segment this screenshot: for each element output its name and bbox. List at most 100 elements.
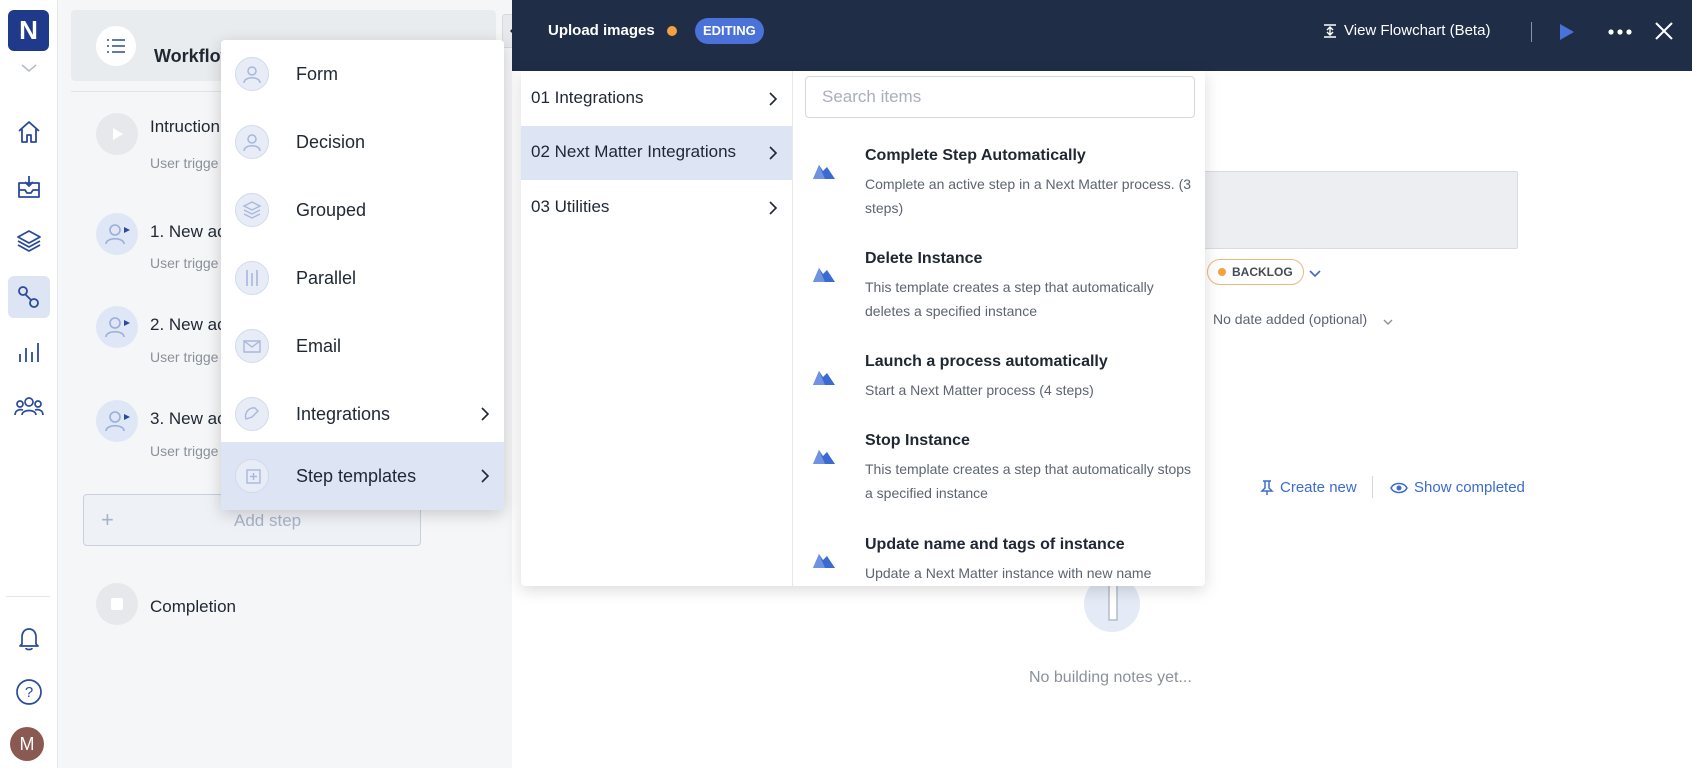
description-box[interactable] — [1200, 171, 1518, 249]
step-title[interactable]: Intruction — [150, 117, 220, 137]
plus-icon: + — [101, 507, 114, 532]
play-icon[interactable] — [1557, 20, 1577, 44]
template-description: This template creates a step that automa… — [865, 279, 1154, 319]
template-title: Stop Instance — [865, 432, 970, 449]
status-dot — [667, 26, 677, 36]
list-item[interactable]: Stop Instance This template creates a st… — [793, 432, 1205, 522]
template-description: Start a Next Matter process (4 steps) — [865, 382, 1094, 398]
topbar-divider — [1531, 22, 1532, 42]
template-icon — [235, 459, 269, 493]
step-subtitle: User trigge — [150, 155, 219, 171]
menu-item-label: Parallel — [296, 268, 357, 288]
create-new-label: Create new — [1280, 479, 1357, 496]
step-title[interactable]: 2. New ac — [150, 315, 226, 335]
menu-item-integrations[interactable]: Integrations — [221, 380, 504, 448]
user-icon — [235, 125, 269, 159]
menu-item-label: Decision — [296, 132, 366, 152]
category-item[interactable]: 02 Next Matter Integrations — [521, 126, 792, 180]
help-icon[interactable]: ? — [8, 671, 50, 713]
template-description: Update a Next Matter instance with new n… — [865, 565, 1152, 581]
user-icon — [235, 57, 269, 91]
top-bar: Upload images EDITING View Flowchart (Be… — [512, 0, 1692, 71]
chevron-down-icon[interactable] — [1382, 314, 1394, 325]
process-title[interactable]: Upload images — [548, 22, 655, 39]
svg-text:?: ? — [25, 684, 33, 701]
stack-icon — [235, 193, 269, 227]
eye-icon — [1390, 482, 1408, 493]
templates-panel: 01 Integrations 02 Next Matter Integrati… — [521, 71, 1205, 586]
pin-icon — [1260, 479, 1274, 495]
more-options-icon[interactable] — [1606, 22, 1634, 42]
template-title: Update name and tags of instance — [865, 536, 1125, 553]
logo[interactable]: N — [8, 10, 49, 51]
next-matter-icon — [811, 446, 837, 466]
step-title[interactable]: 3. New ac — [150, 409, 226, 429]
menu-item-email[interactable]: Email — [221, 312, 504, 380]
list-item[interactable]: Complete Step Automatically Complete an … — [793, 147, 1205, 237]
user-step-icon — [96, 400, 138, 442]
due-date-field[interactable]: No date added (optional) — [1213, 311, 1367, 327]
avatar-initial: M — [19, 733, 35, 754]
menu-item-form[interactable]: Form — [221, 40, 504, 108]
category-label: 02 Next Matter Integrations — [531, 142, 737, 161]
chevron-right-icon — [768, 200, 778, 216]
stop-icon — [96, 583, 138, 625]
category-list: 01 Integrations 02 Next Matter Integrati… — [521, 71, 793, 586]
menu-item-parallel[interactable]: Parallel — [221, 244, 504, 312]
chevron-right-icon — [768, 91, 778, 107]
completion-label[interactable]: Completion — [150, 597, 236, 617]
list-item[interactable]: Delete Instance This template creates a … — [793, 250, 1205, 340]
next-matter-icon — [811, 367, 837, 387]
template-list: Complete Step Automatically Complete an … — [793, 129, 1205, 586]
chevron-down-icon[interactable] — [1308, 267, 1322, 279]
step-title[interactable]: 1. New ac — [150, 222, 226, 242]
list-item[interactable]: Update name and tags of instance Update … — [793, 536, 1205, 586]
empty-notes-text: No building notes yet... — [1029, 669, 1192, 686]
status-badge[interactable]: BACKLOG — [1207, 259, 1304, 285]
search-input[interactable] — [805, 76, 1195, 118]
play-icon — [96, 113, 138, 155]
create-new-link[interactable]: Create new — [1260, 479, 1357, 496]
integration-icon — [235, 397, 269, 431]
workflows-icon[interactable] — [8, 276, 50, 318]
editing-badge: EDITING — [695, 18, 764, 44]
menu-item-label: Form — [296, 64, 338, 84]
view-flowchart-button[interactable]: View Flowchart (Beta) — [1322, 22, 1490, 39]
category-label: 01 Integrations — [531, 88, 644, 107]
team-icon[interactable] — [8, 386, 50, 428]
link-divider — [1372, 476, 1373, 498]
step-subtitle: User trigge — [150, 443, 219, 459]
menu-item-decision[interactable]: Decision — [221, 108, 504, 176]
category-item[interactable]: 03 Utilities — [521, 181, 792, 235]
rail-divider — [6, 596, 50, 597]
list-item[interactable]: Launch a process automatically Start a N… — [793, 353, 1205, 413]
chevron-right-icon — [478, 468, 492, 484]
user-step-icon — [96, 213, 138, 255]
menu-item-label: Integrations — [296, 404, 391, 424]
home-icon[interactable] — [8, 111, 50, 153]
close-icon[interactable] — [1651, 18, 1677, 44]
view-flowchart-label: View Flowchart (Beta) — [1344, 22, 1491, 39]
menu-item-grouped[interactable]: Grouped — [221, 176, 504, 244]
bell-icon[interactable] — [8, 617, 50, 659]
flowchart-icon — [1324, 23, 1336, 38]
inbox-icon[interactable] — [8, 166, 50, 208]
list-icon — [96, 26, 136, 66]
add-step-label: Add step — [234, 511, 302, 530]
avatar[interactable]: M — [10, 727, 44, 761]
show-completed-link[interactable]: Show completed — [1390, 479, 1525, 496]
analytics-icon[interactable] — [8, 331, 50, 373]
layers-icon[interactable] — [8, 220, 50, 262]
step-subtitle: User trigge — [150, 255, 219, 271]
parallel-icon — [235, 261, 269, 295]
template-description: This template creates a step that automa… — [865, 461, 1192, 501]
step-type-menu: Form Decision Grouped Parallel Email Int… — [221, 40, 504, 510]
template-title: Complete Step Automatically — [865, 147, 1086, 164]
category-item[interactable]: 01 Integrations — [521, 72, 792, 126]
chevron-down-icon[interactable] — [17, 58, 41, 78]
nav-rail: N ? M — [0, 0, 58, 768]
menu-item-step-templates[interactable]: Step templates — [221, 442, 504, 510]
menu-item-label: Step templates — [296, 466, 417, 486]
template-title: Launch a process automatically — [865, 353, 1108, 370]
mail-icon — [235, 329, 269, 363]
